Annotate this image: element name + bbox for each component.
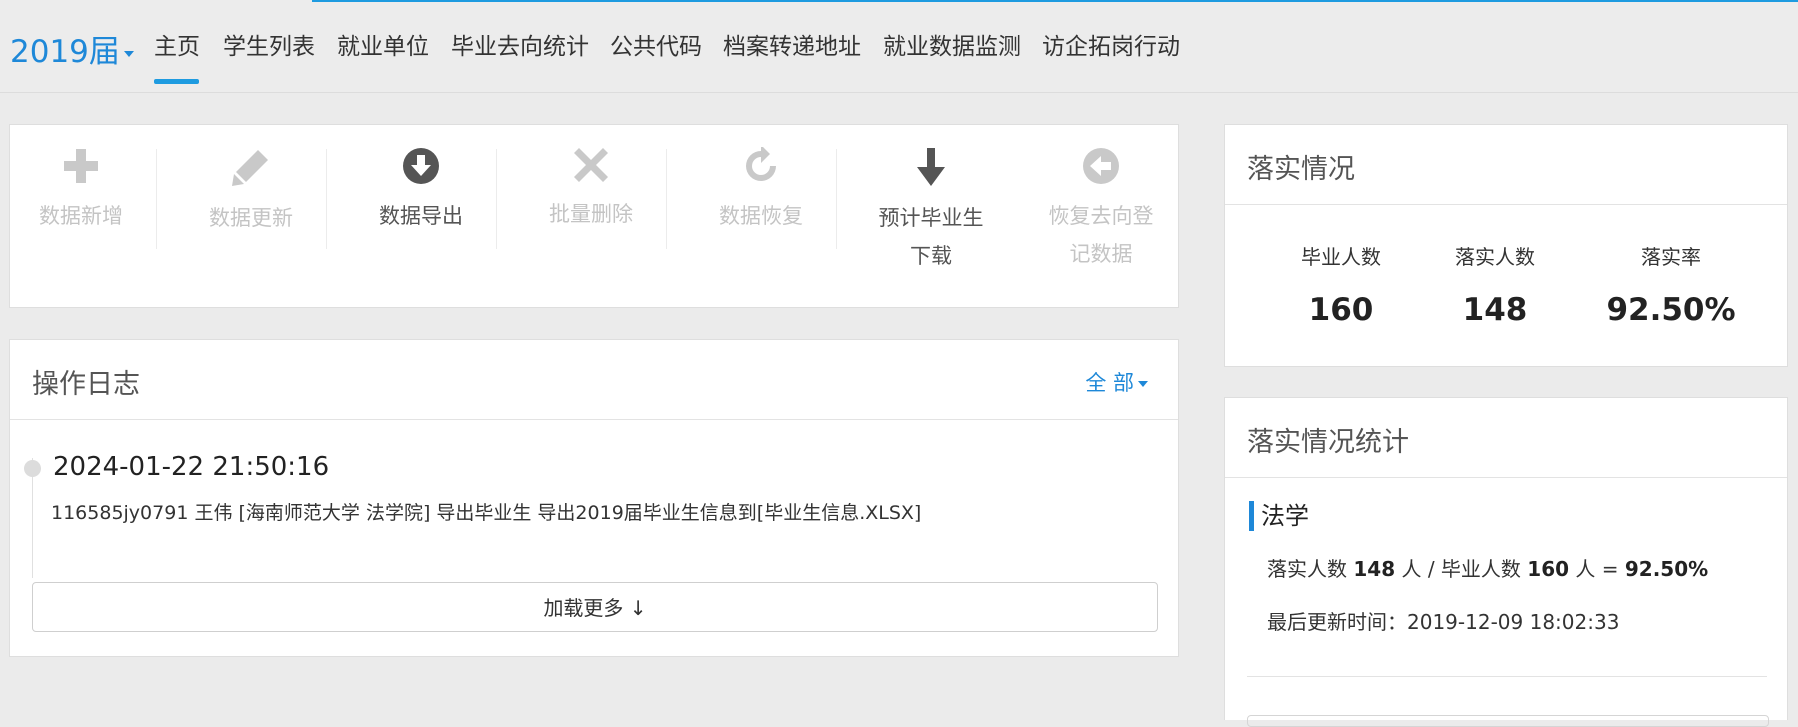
log-entry-message: 116585jy0791 王伟 [海南师范大学 法学院] 导出毕业生 导出201…: [51, 502, 922, 524]
panel-header: 落实情况: [1225, 125, 1787, 205]
nav-student-list[interactable]: 学生列表: [223, 27, 315, 61]
restore-destination-label: 恢复去向登记数据: [1048, 204, 1154, 266]
toolbar-divider: [836, 149, 837, 249]
arrow-left-circle-icon: [1083, 148, 1119, 184]
stat-value: 148: [1462, 292, 1528, 328]
updated-value: 2019-12-09 18:02:33: [1407, 610, 1620, 634]
operation-log-panel: 操作日志 全 部 2024-01-22 21:50:16 116585jy079…: [9, 339, 1179, 657]
load-more-button[interactable]: 加载更多 ↓: [32, 582, 1158, 632]
update-data-button[interactable]: 数据更新: [176, 147, 326, 237]
arrow-down-icon: [917, 148, 945, 186]
filter-label: 全 部: [1085, 371, 1134, 395]
next-item-box: [1247, 715, 1769, 727]
caret-down-icon: [123, 50, 134, 57]
stat-value: 160: [1308, 292, 1374, 328]
ratio-placed: 148: [1353, 557, 1396, 581]
cohort-label: 2019届: [10, 34, 120, 70]
stat-label: 落实人数: [1455, 245, 1535, 269]
stat-graduates: 毕业人数 160: [1281, 241, 1401, 328]
toolbar-divider: [496, 149, 497, 249]
download-circle-icon: [403, 148, 439, 184]
add-data-label: 数据新增: [39, 204, 123, 228]
major-heading: 法学: [1249, 501, 1309, 531]
panel-title: 落实情况统计: [1247, 427, 1409, 458]
nav-employers[interactable]: 就业单位: [337, 27, 429, 61]
toolbar-divider: [326, 149, 327, 249]
refresh-icon: [746, 147, 776, 181]
plus-icon: [64, 149, 98, 183]
implementation-summary-panel: 落实情况 毕业人数 160 落实人数 148 落实率 92.50%: [1224, 124, 1788, 367]
panel-title: 操作日志: [32, 369, 140, 400]
log-filter-dropdown[interactable]: 全 部: [1085, 367, 1148, 397]
batch-delete-label: 批量删除: [549, 202, 633, 226]
timeline-dot: [24, 460, 41, 477]
export-data-button[interactable]: 数据导出: [346, 147, 496, 235]
nav-data-monitoring[interactable]: 就业数据监测: [883, 27, 1021, 61]
caret-down-icon: [1138, 381, 1148, 387]
stat-label: 毕业人数: [1301, 245, 1381, 269]
export-data-label: 数据导出: [379, 204, 463, 228]
pencil-icon: [232, 150, 268, 186]
nav-public-codes[interactable]: 公共代码: [610, 27, 702, 61]
cohort-dropdown[interactable]: 2019届: [10, 26, 134, 71]
restore-data-label: 数据恢复: [719, 204, 803, 228]
update-data-label: 数据更新: [209, 206, 293, 230]
ratio-text: 人 =: [1569, 557, 1625, 581]
ratio-text: 人 / 毕业人数: [1395, 557, 1528, 581]
ratio-rate: 92.50%: [1624, 557, 1709, 581]
nav-visit-enterprises[interactable]: 访企拓岗行动: [1042, 27, 1180, 61]
nav-archive-address[interactable]: 档案转递地址: [723, 27, 861, 61]
stat-rate: 落实率 92.50%: [1586, 241, 1756, 328]
restore-destination-button[interactable]: 恢复去向登记数据: [1026, 147, 1176, 273]
batch-delete-button[interactable]: 批量删除: [516, 147, 666, 233]
log-entry-time: 2024-01-22 21:50:16: [53, 452, 330, 482]
updated-label: 最后更新时间：: [1267, 610, 1407, 634]
last-updated: 最后更新时间：2019-12-09 18:02:33: [1267, 606, 1619, 635]
stat-value: 92.50%: [1606, 292, 1736, 328]
stat-label: 落实率: [1641, 245, 1701, 269]
restore-data-button[interactable]: 数据恢复: [686, 147, 836, 235]
panel-header: 落实情况统计: [1225, 398, 1787, 478]
nav-destination-stats[interactable]: 毕业去向统计: [451, 27, 589, 61]
panel-title: 落实情况: [1247, 154, 1355, 185]
toolbar-divider: [156, 149, 157, 249]
ratio-graduates: 160: [1527, 557, 1570, 581]
implementation-stats-panel: 落实情况统计 法学 落实人数 148 人 / 毕业人数 160 人 = 92.5…: [1224, 397, 1788, 727]
active-tab-indicator: [154, 79, 199, 84]
placement-ratio: 落实人数 148 人 / 毕业人数 160 人 = 92.50%: [1267, 553, 1708, 582]
toolbar-panel: 数据新增 数据更新 数据导出 批量删除 数据恢复 预计毕业生下载 恢复去向登记数…: [9, 124, 1179, 308]
top-navbar: 2019届 主页 学生列表 就业单位 毕业去向统计 公共代码 档案转递地址 就业…: [0, 0, 1798, 93]
expected-graduates-download-label: 预计毕业生下载: [878, 206, 984, 268]
nav-home[interactable]: 主页: [154, 27, 200, 61]
stat-placed: 落实人数 148: [1435, 241, 1555, 328]
top-accent-line: [312, 0, 1798, 2]
expected-graduates-download-button[interactable]: 预计毕业生下载: [856, 147, 1006, 275]
divider: [1247, 676, 1767, 677]
add-data-button[interactable]: 数据新增: [6, 147, 156, 235]
toolbar-divider: [666, 149, 667, 249]
x-icon: [574, 148, 608, 182]
panel-header: 操作日志 全 部: [10, 340, 1178, 420]
ratio-text: 落实人数: [1267, 557, 1354, 581]
